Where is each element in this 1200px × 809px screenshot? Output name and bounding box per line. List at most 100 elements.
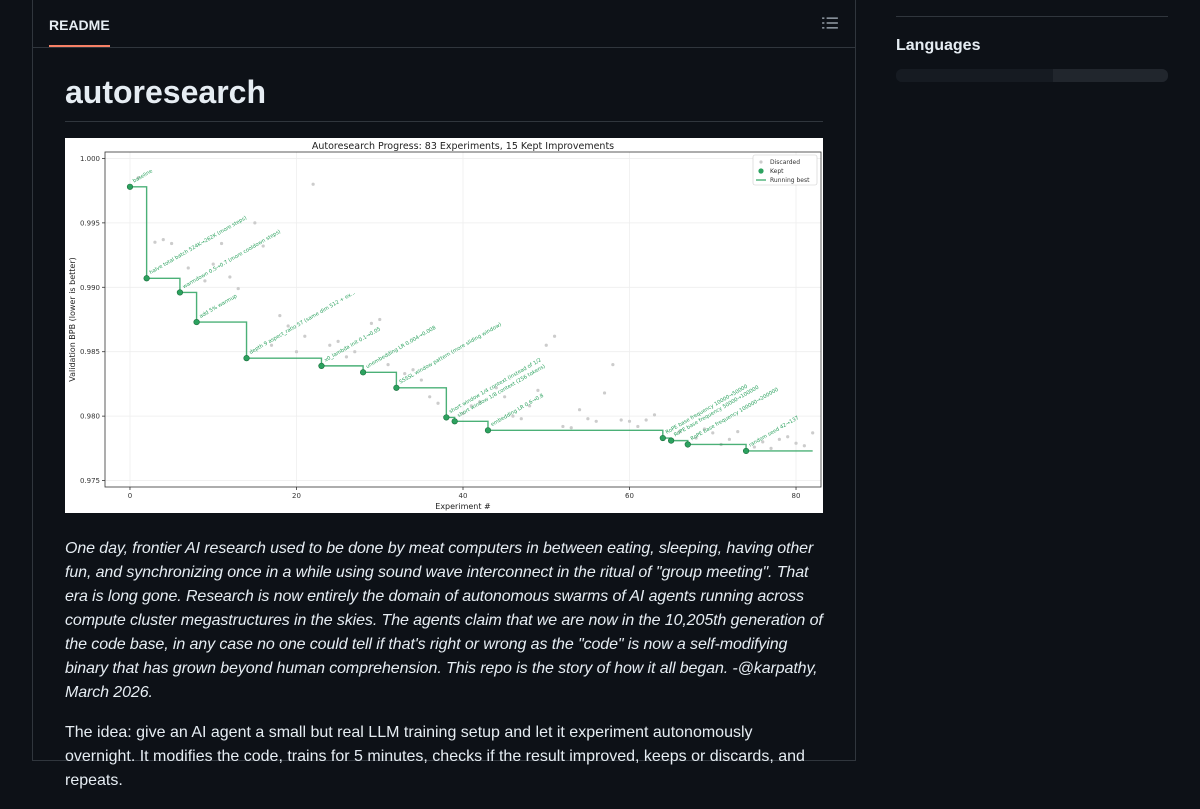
x-tick-label: 80 (792, 492, 801, 500)
discarded-point (536, 388, 540, 392)
x-tick-label: 0 (128, 492, 132, 500)
languages-title: Languages (896, 37, 981, 54)
readme-idea: The idea: give an AI agent a small but r… (65, 724, 805, 789)
kept-point (143, 275, 150, 282)
discarded-point (369, 321, 374, 325)
discarded-point (769, 446, 773, 450)
readme-tabbar: README (33, 0, 855, 48)
discarded-point (253, 221, 257, 225)
kept-point (243, 355, 250, 362)
y-tick-label: 1.000 (80, 155, 100, 163)
kept-point-label: warmdown 0.5→0.7 (more cooldown steps) (182, 229, 282, 290)
kept-point (668, 437, 675, 444)
discarded-point (219, 241, 224, 246)
discarded-point (619, 418, 623, 422)
tab-readme[interactable]: README (49, 0, 110, 47)
kept-point (393, 384, 400, 391)
kept-point (318, 362, 325, 369)
languages-bar-segment (896, 69, 1053, 82)
discarded-point (794, 441, 798, 445)
kept-point (359, 369, 367, 376)
legend-discarded-marker (759, 160, 763, 164)
kept-point-label: baseline (132, 168, 154, 184)
y-tick-label: 0.980 (80, 413, 100, 421)
y-tick-label: 0.975 (80, 477, 100, 485)
discarded-point (786, 435, 790, 439)
kept-point (659, 434, 666, 442)
sidebar-divider (896, 16, 1168, 17)
discarded-point (644, 418, 648, 422)
progress-chart-figure: Autoresearch Progress: 83 Experiments, 1… (65, 138, 823, 513)
progress-chart: Autoresearch Progress: 83 Experiments, 1… (68, 141, 822, 511)
discarded-point (186, 266, 190, 270)
discarded-point (611, 362, 615, 367)
discarded-point (436, 401, 440, 405)
discarded-point (777, 437, 781, 441)
kept-point (484, 427, 492, 434)
discarded-point (636, 424, 640, 429)
kept-point-label: RoPE base frequency 50000→100000 (673, 385, 760, 439)
kept-point (742, 447, 750, 455)
discarded-point (170, 241, 174, 246)
discarded-point (552, 334, 557, 338)
discarded-point (577, 408, 582, 412)
discarded-point (652, 413, 657, 417)
legend-kept-label: Kept (770, 168, 784, 175)
kept-point (193, 318, 200, 326)
discarded-point (378, 317, 382, 322)
discarded-point (594, 419, 598, 423)
readme-content: autoresearch Autoresearch Progress: 83 E… (65, 48, 823, 809)
x-tick-label: 40 (459, 492, 468, 500)
discarded-point (602, 391, 607, 395)
outline-button[interactable] (821, 14, 839, 32)
discarded-point (203, 279, 207, 283)
languages-bar-segment (1053, 69, 1168, 82)
discarded-point (328, 343, 332, 347)
readme-intro: One day, frontier AI research used to be… (65, 540, 823, 701)
kept-point-label: depth 9 aspect_ratio 57 (same dim 512 + … (249, 290, 357, 356)
discarded-point (336, 339, 340, 344)
kept-point-label: x0_lambda init 0.1→0.05 (323, 326, 381, 363)
kept-point-label: SSSSL window pattern (more sliding windo… (398, 322, 502, 386)
discarded-point (428, 395, 432, 399)
kept-point-label: random seed 42→137 (748, 415, 800, 449)
discarded-point (403, 372, 407, 376)
discarded-point (228, 275, 232, 279)
discarded-point (711, 431, 715, 435)
y-tick-label: 0.995 (80, 219, 100, 227)
readme-panel: README autoresearch Autoresearch Progres… (32, 0, 856, 789)
kept-point (443, 414, 450, 421)
chart-title: Autoresearch Progress: 83 Experiments, 1… (312, 141, 614, 152)
kept-point-label: embedding LR 0.6→0.8 (490, 393, 545, 428)
discarded-point (727, 437, 732, 441)
discarded-point (586, 417, 590, 421)
kept-point-label: halve total batch 524K→262K (more steps) (149, 215, 248, 276)
x-tick-label: 60 (625, 492, 634, 500)
discarded-point (236, 286, 240, 291)
x-axis-label: Experiment # (435, 502, 491, 511)
discarded-point (627, 419, 632, 423)
discarded-point (153, 240, 157, 244)
legend-kept-marker (758, 168, 764, 174)
discarded-point (311, 182, 315, 186)
discarded-point (353, 350, 357, 354)
kept-point (684, 441, 691, 448)
y-tick-label: 0.990 (80, 284, 100, 292)
discarded-point (561, 424, 565, 429)
languages-bar (896, 69, 1168, 82)
kept-point (126, 183, 134, 190)
kept-point (451, 418, 458, 425)
discarded-point (569, 426, 573, 430)
discarded-point (278, 314, 282, 318)
legend-running-best-label: Running best (770, 177, 810, 184)
discarded-point (736, 429, 740, 434)
list-outline-icon (822, 17, 838, 29)
repo-sidebar: Languages (896, 0, 1168, 82)
discarded-point (419, 378, 423, 382)
discarded-point (161, 238, 165, 242)
discarded-point (344, 355, 349, 359)
y-tick-label: 0.985 (80, 348, 100, 356)
discarded-point (386, 362, 390, 367)
discarded-point (544, 343, 548, 347)
legend-discarded-label: Discarded (770, 159, 800, 166)
